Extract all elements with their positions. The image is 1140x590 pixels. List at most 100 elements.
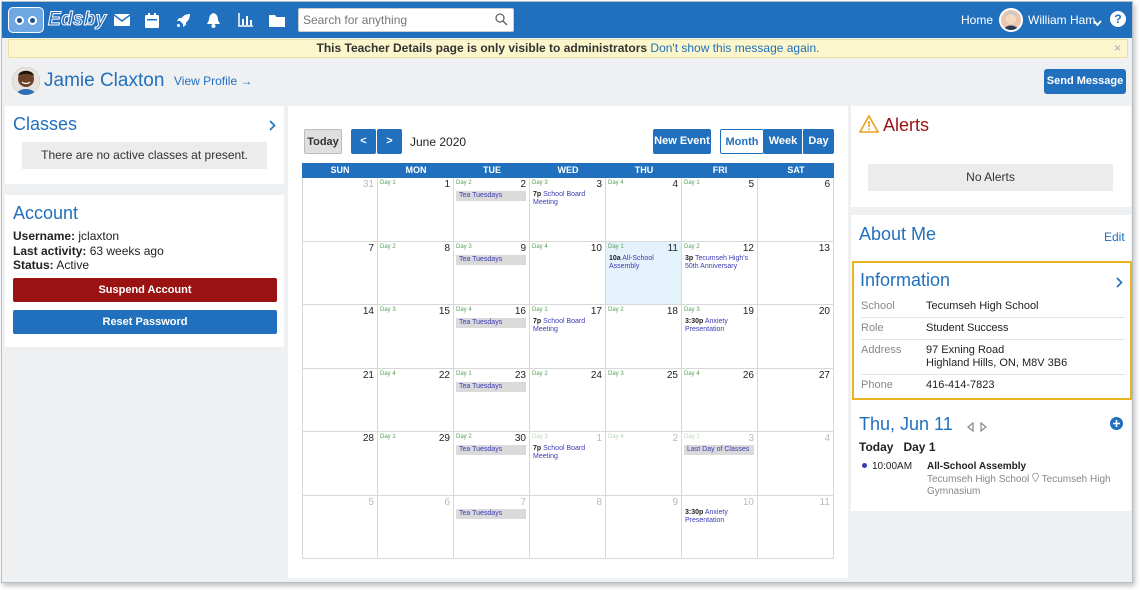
calendar-day-cell[interactable]: 6 — [758, 178, 834, 242]
search-icon[interactable] — [495, 13, 508, 31]
calendar-day-cell[interactable]: 7 — [302, 241, 378, 305]
calendar-day-cell[interactable]: 15 Day 3 — [378, 305, 454, 369]
calendar-day-cell[interactable]: 18 Day 2 — [606, 305, 682, 369]
calendar-event[interactable]: 10a All-School Assembly — [609, 255, 678, 271]
calendar-day-cell[interactable]: 28 — [302, 432, 378, 496]
calendar-day-cell[interactable]: 4 Day 4 — [606, 178, 682, 242]
day-event-item[interactable]: All-School Assembly Tecumseh High School… — [927, 461, 1123, 498]
calendar-day-cell[interactable]: 21 — [302, 368, 378, 432]
home-link[interactable]: Home — [961, 13, 993, 27]
calendar-event-bar[interactable]: Tea Tuesdays — [456, 381, 526, 392]
calendar-event-bar[interactable]: Tea Tuesdays — [456, 508, 526, 519]
calendar-day-cell[interactable]: 31 — [302, 178, 378, 242]
view-profile-link[interactable]: View Profile → — [174, 74, 252, 88]
status-label: Status: — [13, 258, 54, 272]
classes-title[interactable]: Classes — [13, 114, 77, 135]
rocket-icon[interactable] — [176, 10, 207, 30]
calendar-event-bar[interactable]: Tea Tuesdays — [456, 445, 526, 455]
calendar-day-cell[interactable]: 5 — [302, 495, 378, 559]
information-title[interactable]: Information — [860, 270, 950, 291]
user-avatar[interactable] — [999, 8, 1023, 32]
calendar-event[interactable]: 3:30p Anxiety Presentation — [685, 318, 754, 334]
calendar-event-bar[interactable]: Tea Tuesdays — [456, 318, 526, 328]
calendar-day-cell[interactable]: 10 3:30p Anxiety Presentation — [682, 495, 758, 559]
calendar-day-cell[interactable]: 24 Day 2 — [530, 368, 606, 432]
calendar-day-cell[interactable]: 2 Day 4 — [606, 432, 682, 496]
calendar-day-cell[interactable]: 27 — [758, 368, 834, 432]
chevron-right-icon[interactable] — [980, 419, 987, 437]
calendar-icon[interactable] — [145, 10, 176, 30]
calendar-day-cell[interactable]: 11 Day 1 10a All-School Assembly — [606, 241, 682, 305]
calendar-day-cell[interactable]: 6 — [378, 495, 454, 559]
close-icon[interactable]: × — [1114, 40, 1121, 57]
chart-icon[interactable] — [238, 10, 269, 30]
view-day-button[interactable]: Day — [802, 129, 834, 154]
calendar-day-cell[interactable]: 8 — [530, 495, 606, 559]
calendar-event-bar[interactable]: Tea Tuesdays — [456, 254, 526, 265]
day-cycle-label: Day 4 — [684, 370, 700, 377]
calendar-day-cell[interactable]: 26 Day 4 — [682, 368, 758, 432]
mail-icon[interactable] — [114, 10, 145, 30]
folder-icon[interactable] — [269, 10, 300, 30]
day-number: 4 — [672, 179, 678, 190]
next-month-button[interactable]: > — [377, 129, 402, 154]
calendar-day-cell[interactable]: 11 — [758, 495, 834, 559]
calendar-event[interactable]: 7p School Board Meeting — [533, 191, 602, 207]
send-message-button[interactable]: Send Message — [1044, 69, 1126, 94]
view-month-button[interactable]: Month — [720, 129, 764, 154]
calendar-day-cell[interactable]: 3 Day 3 7p School Board Meeting — [530, 178, 606, 242]
event-dot-icon — [862, 463, 867, 468]
bell-icon[interactable] — [207, 10, 238, 30]
calendar-day-cell[interactable]: 1 Day 3 7p School Board Meeting — [530, 432, 606, 496]
new-event-button[interactable]: New Event — [653, 129, 711, 154]
user-name[interactable]: William Ham — [1028, 13, 1095, 27]
chevron-right-icon[interactable] — [1116, 275, 1123, 293]
calendar-day-cell[interactable]: 9 Day 3 Tea Tuesdays — [454, 241, 530, 305]
suspend-account-button[interactable]: Suspend Account — [13, 278, 277, 302]
reset-password-button[interactable]: Reset Password — [13, 310, 277, 334]
day-cycle-label: Day 3 — [532, 180, 548, 186]
dismiss-message-link[interactable]: Don't show this message again. — [650, 41, 819, 55]
calendar-event[interactable]: 7p School Board Meeting — [533, 445, 602, 461]
prev-month-button[interactable]: < — [351, 129, 376, 154]
calendar-day-cell[interactable]: 4 — [758, 432, 834, 496]
calendar-day-cell[interactable]: 3 Day 1 Last Day of Classes — [682, 432, 758, 496]
calendar-day-cell[interactable]: 2 Day 2 Tea Tuesdays — [454, 178, 530, 242]
chevron-down-icon[interactable] — [1093, 14, 1102, 32]
edsby-logo[interactable]: Edsby — [8, 7, 107, 33]
calendar-day-cell[interactable]: 22 Day 4 — [378, 368, 454, 432]
address-line-1: 97 Exning Road — [926, 344, 1005, 356]
calendar-event-bar[interactable]: Last Day of Classes — [684, 445, 754, 455]
calendar-day-cell[interactable]: 23 Day 1 Tea Tuesdays — [454, 368, 530, 432]
calendar-day-cell[interactable]: 1 Day 1 — [378, 178, 454, 242]
calendar-day-cell[interactable]: 20 — [758, 305, 834, 369]
calendar-day-cell[interactable]: 9 — [606, 495, 682, 559]
calendar-day-cell[interactable]: 29 Day 1 — [378, 432, 454, 496]
calendar-day-cell[interactable]: 10 Day 4 — [530, 241, 606, 305]
view-week-button[interactable]: Week — [764, 129, 802, 154]
chevron-left-icon[interactable] — [967, 419, 974, 437]
calendar-event-bar[interactable]: Tea Tuesdays — [456, 191, 526, 201]
calendar-day-cell[interactable]: 30 Day 2 Tea Tuesdays — [454, 432, 530, 496]
calendar-event[interactable]: 7p School Board Meeting — [533, 318, 602, 334]
calendar-day-cell[interactable]: 7 Tea Tuesdays — [454, 495, 530, 559]
calendar-day-cell[interactable]: 14 — [302, 305, 378, 369]
help-icon[interactable]: ? — [1110, 11, 1126, 27]
calendar-day-cell[interactable]: 19 Day 3 3:30p Anxiety Presentation — [682, 305, 758, 369]
day-number: 5 — [368, 496, 374, 508]
calendar-day-cell[interactable]: 25 Day 3 — [606, 368, 682, 432]
calendar-event[interactable]: 3p Tecumseh High's 50th Anniversary — [685, 255, 754, 271]
calendar-day-cell[interactable]: 12 Day 2 3p Tecumseh High's 50th Anniversa… — [682, 241, 758, 305]
day-header-sat: SAT — [758, 163, 834, 178]
chevron-right-icon[interactable] — [269, 118, 276, 136]
calendar-day-cell[interactable]: 8 Day 2 — [378, 241, 454, 305]
today-button[interactable]: Today — [304, 129, 342, 154]
edit-link[interactable]: Edit — [1104, 230, 1125, 244]
calendar-day-cell[interactable]: 13 — [758, 241, 834, 305]
calendar-day-cell[interactable]: 5 Day 1 — [682, 178, 758, 242]
calendar-day-cell[interactable]: 17 Day 1 7p School Board Meeting — [530, 305, 606, 369]
add-event-icon[interactable] — [1110, 417, 1123, 435]
calendar-event[interactable]: 3:30p Anxiety Presentation — [685, 509, 754, 525]
calendar-day-cell[interactable]: 16 Day 4 Tea Tuesdays — [454, 305, 530, 369]
search-input[interactable] — [303, 12, 489, 28]
